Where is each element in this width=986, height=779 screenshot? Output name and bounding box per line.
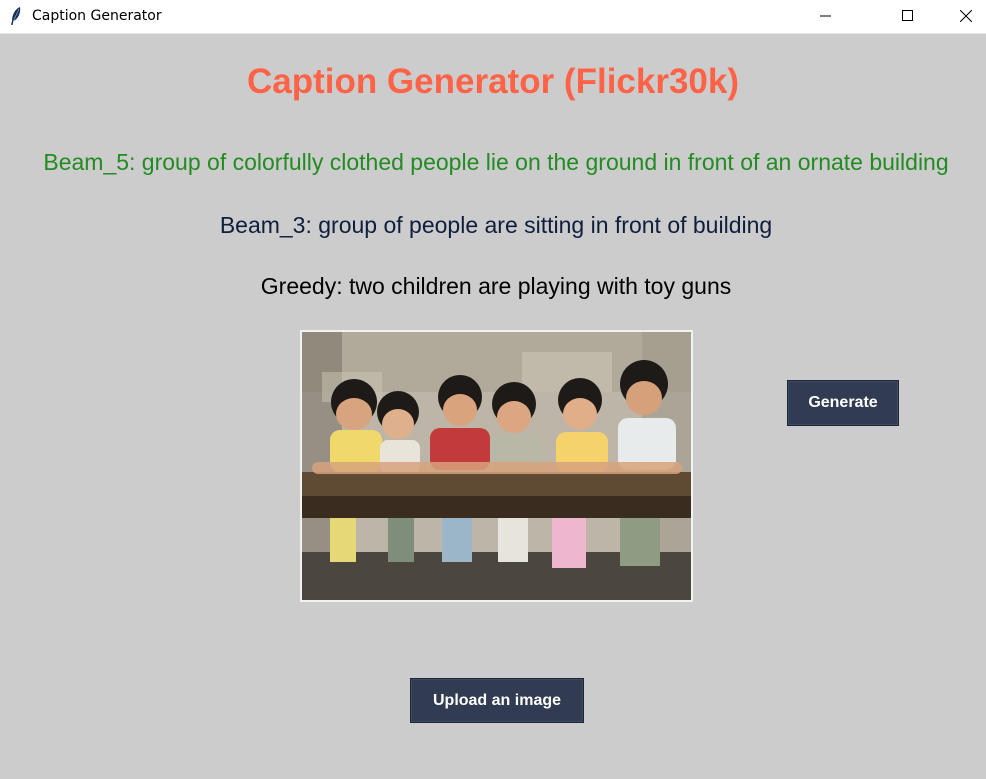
- minimize-icon: [820, 15, 831, 17]
- maximize-icon: [902, 10, 913, 21]
- feather-icon: [9, 6, 23, 26]
- caption-beam3: Beam_3: group of people are sitting in f…: [219, 212, 773, 238]
- upload-image-button[interactable]: Upload an image: [410, 678, 584, 723]
- minimize-button[interactable]: [803, 0, 849, 33]
- window-title: Caption Generator: [32, 8, 162, 24]
- maximize-button[interactable]: [885, 0, 931, 33]
- window-titlebar: Caption Generator: [0, 0, 986, 34]
- generate-button[interactable]: Generate: [787, 380, 899, 426]
- page-title: Caption Generator (Flickr30k): [246, 62, 740, 101]
- uploaded-image: [300, 330, 693, 602]
- children-photo: [302, 332, 691, 600]
- caption-beam5: Beam_5: group of colorfully clothed peop…: [43, 149, 949, 175]
- close-icon: [960, 10, 972, 22]
- caption-greedy: Greedy: two children are playing with to…: [260, 273, 732, 299]
- close-button[interactable]: [943, 0, 986, 33]
